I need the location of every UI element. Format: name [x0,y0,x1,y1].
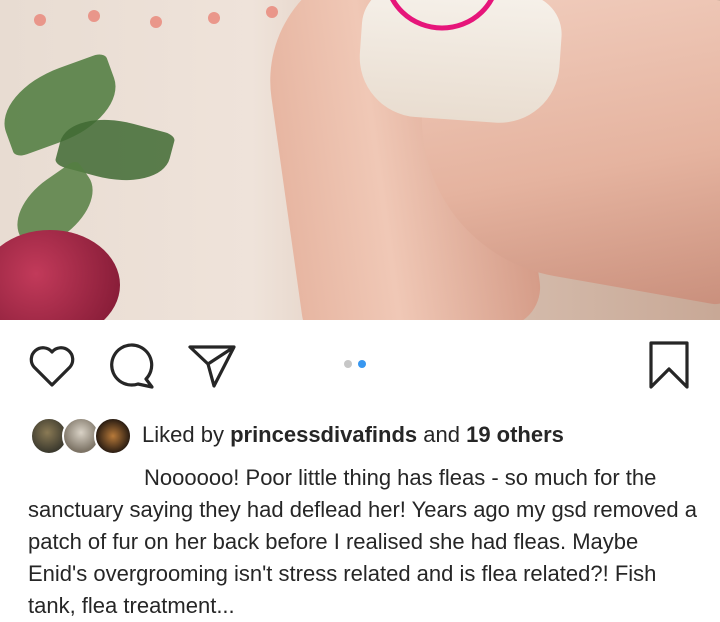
avatar [94,417,132,455]
bookmark-outline-icon [649,341,689,389]
save-button[interactable] [644,338,694,392]
like-button[interactable] [26,342,78,390]
liked-by-username[interactable]: princessdivafinds [230,422,417,447]
comment-button[interactable] [106,342,158,390]
paper-plane-icon [188,345,236,388]
likes-others-count[interactable]: 19 others [466,422,564,447]
comment-bubble-icon [110,343,154,389]
rose-shape [0,230,120,320]
fabric-dot [266,6,278,18]
fabric-dot [150,16,162,28]
fabric-dot [208,12,220,24]
highlight-circle [390,0,494,31]
likes-conjunction: and [417,422,467,447]
likes-row[interactable]: Liked by princessdivafinds and 19 others [30,414,564,456]
likes-prefix: Liked by [142,422,231,447]
carousel-indicator [344,360,366,368]
fabric-dot [88,10,100,22]
liker-avatars[interactable] [30,415,132,455]
carousel-dot[interactable] [344,360,352,368]
post-photo[interactable] [0,0,720,320]
heart-outline-icon [29,346,75,387]
share-button[interactable] [186,342,238,390]
fabric-dot [34,14,46,26]
carousel-dot-active[interactable] [358,360,366,368]
post-caption: Noooooo! Poor little thing has fleas - s… [28,465,697,618]
likes-summary: Liked by princessdivafinds and 19 others [142,422,564,448]
